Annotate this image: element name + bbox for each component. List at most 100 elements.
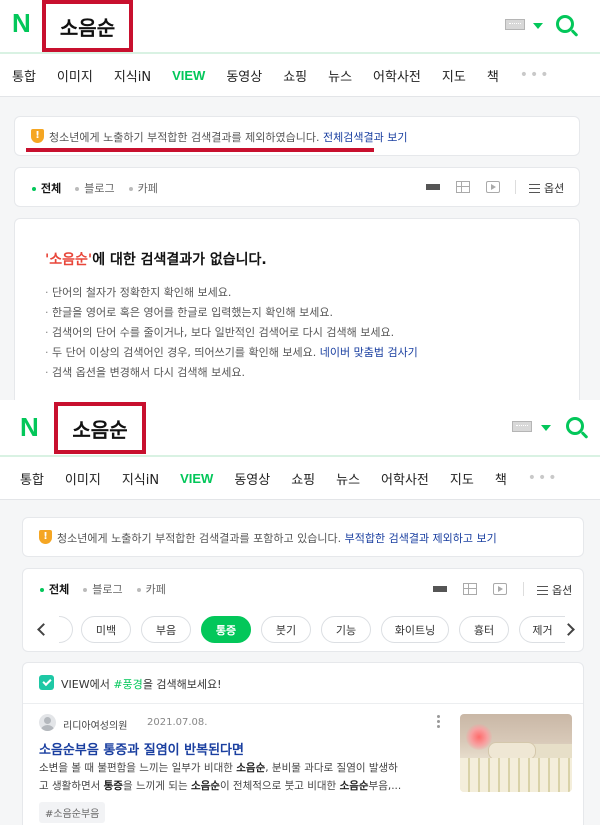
no-result-card: '소음순'에 대한 검색결과가 없습니다. 단어의 철자가 정확한지 확인해 보… (14, 218, 580, 400)
suggest-tag-link[interactable]: #풍경 (113, 678, 142, 691)
keyboard-icon[interactable] (512, 421, 532, 432)
filter-tabs: 전체 블로그 카페 (32, 180, 172, 196)
tab-shopping[interactable]: 쇼핑 (291, 469, 315, 488)
tab-books[interactable]: 책 (495, 469, 507, 488)
options-button[interactable]: 옵션 (537, 582, 572, 598)
chevron-down-icon[interactable] (533, 23, 543, 29)
chip-puffiness[interactable]: 붓기 (261, 616, 311, 643)
search-icon[interactable] (566, 417, 584, 435)
bottom-tab-bar: 통합 이미지 지식iN VIEW 동영상 쇼핑 뉴스 어학사전 지도 책 ••• (0, 455, 600, 500)
tab-dictionary[interactable]: 어학사전 (373, 66, 421, 85)
filter-card: 전체 블로그 카페 옵션 미백 부음 통증 붓기 기능 화이트닝 흉터 제거 (22, 568, 584, 652)
filter-cafe[interactable]: 카페 (136, 581, 166, 597)
filter-blog[interactable]: 블로그 (83, 581, 123, 597)
grid-view-icon[interactable] (463, 583, 477, 595)
more-vertical-icon[interactable] (437, 715, 440, 718)
tab-view[interactable]: VIEW (172, 68, 205, 83)
bottom-screenshot: N 소음순 통합 이미지 지식iN VIEW 동영상 쇼핑 뉴스 어학사전 지도… (0, 400, 600, 825)
tip-item: 검색어의 단어 수를 줄이거나, 보다 일반적인 검색어로 다시 검색해 보세요… (45, 323, 418, 343)
video-view-icon[interactable] (493, 583, 507, 595)
search-icon[interactable] (556, 15, 574, 33)
tab-video[interactable]: 동영상 (234, 469, 270, 488)
tip-item: 두 단어 이상의 검색어인 경우, 띄어쓰기를 확인해 보세요. 네이버 맞춤법… (45, 343, 418, 363)
post-author[interactable]: 리디아여성의원 (63, 717, 127, 732)
post-snippet: 소변을 볼 때 불편함을 느끼는 일부가 비대한 소음순, 분비물 과다로 질염… (39, 762, 402, 792)
list-view-icon[interactable] (426, 181, 440, 193)
tab-integrated[interactable]: 통합 (20, 469, 44, 488)
search-header: N 소음순 (0, 0, 600, 52)
chip-whitening[interactable]: 화이트닝 (381, 616, 449, 643)
chevron-down-icon[interactable] (541, 425, 551, 431)
search-input[interactable]: 소음순 (42, 0, 133, 52)
tab-integrated[interactable]: 통합 (12, 66, 36, 85)
filter-cafe[interactable]: 카페 (128, 180, 158, 196)
options-button[interactable]: 옵션 (529, 180, 564, 196)
notice-message: 청소년에게 노출하기 부적합한 검색결과를 제외하였습니다. 전체검색결과 보기 (49, 131, 408, 144)
tab-map[interactable]: 지도 (442, 66, 466, 85)
grid-view-icon[interactable] (456, 181, 470, 193)
post-thumbnail[interactable] (460, 714, 572, 792)
video-view-icon[interactable] (486, 181, 500, 193)
search-query: 소음순 (72, 417, 128, 442)
related-chips: 미백 부음 통증 붓기 기능 화이트닝 흉터 제거 (59, 616, 575, 643)
notice-link[interactable]: 전체검색결과 보기 (323, 131, 407, 144)
naver-logo[interactable]: N (20, 412, 39, 443)
divider (515, 180, 516, 194)
notice-message: 청소년에게 노출하기 부적합한 검색결과를 포함하고 있습니다. 부적합한 검색… (57, 532, 497, 545)
tab-shopping[interactable]: 쇼핑 (283, 66, 307, 85)
spellcheck-link[interactable]: 네이버 맞춤법 검사기 (320, 346, 418, 359)
no-result-title: '소음순'에 대한 검색결과가 없습니다. (45, 252, 267, 268)
chevron-left-icon[interactable] (37, 623, 50, 636)
post-date: 2021.07.08. (147, 717, 208, 728)
list-view-icon[interactable] (433, 583, 447, 595)
tip-item: 단어의 철자가 정확한지 확인해 보세요. (45, 283, 418, 303)
post-title[interactable]: 소음순부음 통증과 질염이 반복된다면 (39, 739, 244, 758)
suggestion-text: VIEW에서 #풍경을 검색해보세요! (61, 678, 222, 691)
tab-knowledge-in[interactable]: 지식iN (122, 469, 159, 488)
search-query: 소음순 (59, 15, 116, 40)
top-screenshot: N 소음순 통합 이미지 지식iN VIEW 동영상 쇼핑 뉴스 어학사전 지도… (0, 0, 600, 400)
tab-knowledge-in[interactable]: 지식iN (114, 66, 151, 85)
tab-map[interactable]: 지도 (450, 469, 474, 488)
search-input[interactable]: 소음순 (54, 402, 146, 454)
chip-whitening-beauty[interactable]: 미백 (81, 616, 131, 643)
divider (523, 582, 524, 596)
tip-item: 검색 옵션을 변경해서 다시 검색해 보세요. (45, 363, 418, 383)
tab-video[interactable]: 동영상 (226, 66, 262, 85)
post-hashtag[interactable]: #소음순부음 (39, 802, 106, 823)
tab-images[interactable]: 이미지 (57, 66, 93, 85)
keyboard-icon[interactable] (505, 19, 525, 30)
chip-partial[interactable] (59, 616, 73, 643)
options-icon (529, 183, 540, 193)
chip-removal[interactable]: 제거 (519, 616, 565, 643)
highlight-underline (26, 148, 374, 152)
notice-link[interactable]: 부적합한 검색결과 제외하고 보기 (345, 532, 497, 545)
more-tabs-icon[interactable]: ••• (528, 470, 559, 486)
chip-swelling[interactable]: 부음 (141, 616, 191, 643)
filter-all[interactable]: 전체 (32, 180, 61, 196)
divider (23, 703, 583, 704)
shield-warning-icon (39, 530, 52, 544)
avatar[interactable] (39, 714, 56, 731)
options-icon (537, 585, 548, 595)
view-result-card: VIEW에서 #풍경을 검색해보세요! 리디아여성의원 2021.07.08. … (22, 662, 584, 825)
filter-card: 전체 블로그 카페 옵션 (14, 167, 580, 207)
search-header: N 소음순 (0, 400, 600, 455)
tab-view[interactable]: VIEW (180, 471, 213, 486)
shield-warning-icon (31, 129, 44, 143)
filter-blog[interactable]: 블로그 (75, 180, 115, 196)
chip-pain[interactable]: 통증 (201, 616, 251, 643)
top-tab-bar: 통합 이미지 지식iN VIEW 동영상 쇼핑 뉴스 어학사전 지도 책 ••• (0, 52, 600, 97)
tab-news[interactable]: 뉴스 (328, 66, 352, 85)
filter-all[interactable]: 전체 (40, 581, 69, 597)
naver-logo[interactable]: N (12, 8, 31, 39)
tab-books[interactable]: 책 (487, 66, 499, 85)
more-tabs-icon[interactable]: ••• (520, 67, 551, 83)
tip-item: 한글을 영어로 혹은 영어를 한글로 입력했는지 확인해 보세요. (45, 303, 418, 323)
tab-images[interactable]: 이미지 (65, 469, 101, 488)
notice-card: 청소년에게 노출하기 부적합한 검색결과를 포함하고 있습니다. 부적합한 검색… (22, 517, 584, 557)
chip-scar[interactable]: 흉터 (459, 616, 509, 643)
tab-news[interactable]: 뉴스 (336, 469, 360, 488)
chip-function[interactable]: 기능 (321, 616, 371, 643)
tab-dictionary[interactable]: 어학사전 (381, 469, 429, 488)
